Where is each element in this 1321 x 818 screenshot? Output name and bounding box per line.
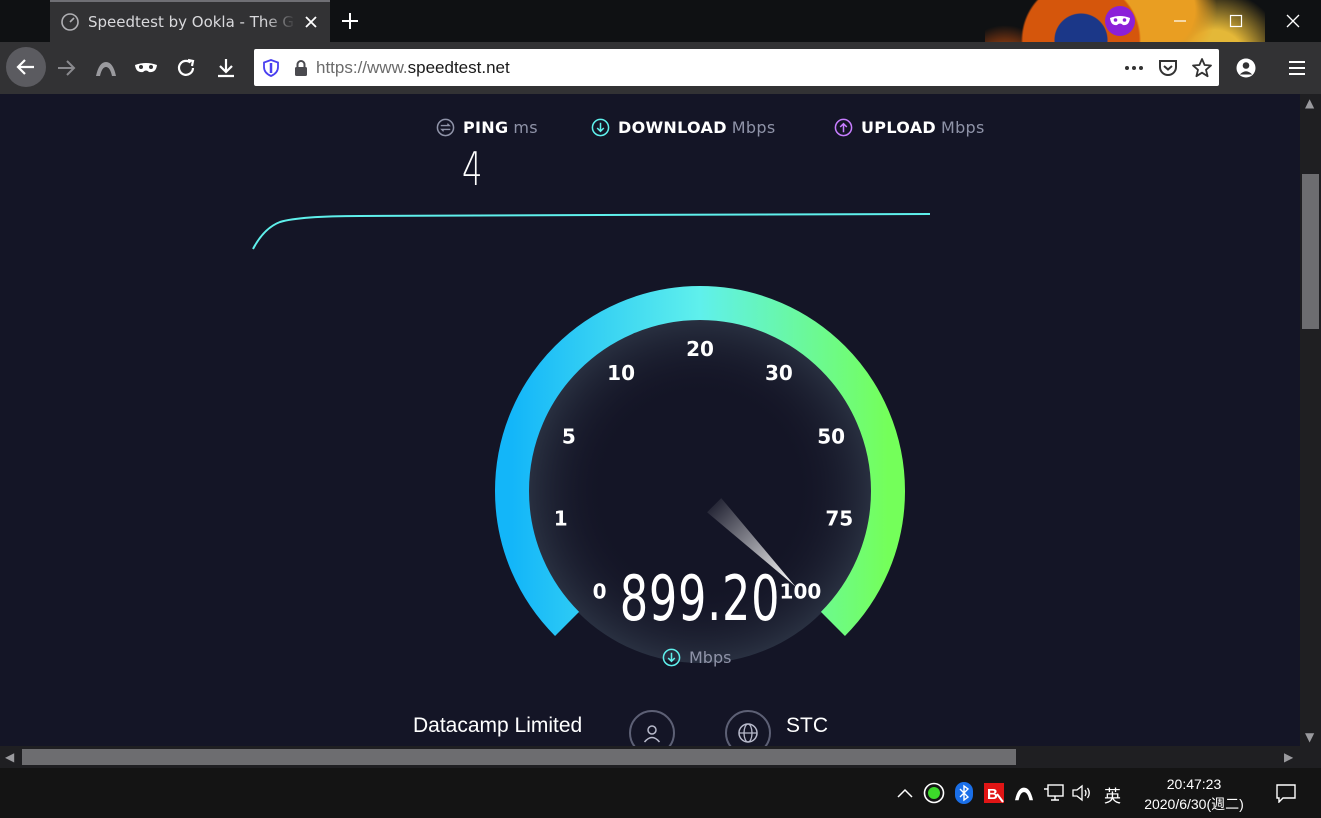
close-tab-icon[interactable]: [302, 13, 320, 31]
speed-unit-label: Mbps: [689, 648, 732, 667]
action-center-icon[interactable]: [1274, 782, 1298, 804]
url-host: speedtest.net: [407, 57, 510, 77]
vpn-tray-icon[interactable]: [1013, 782, 1035, 804]
vertical-scroll-thumb[interactable]: [1302, 174, 1319, 329]
download-circle-icon: [662, 648, 681, 667]
maximize-window-button[interactable]: [1221, 6, 1251, 36]
new-tab-icon[interactable]: [338, 9, 362, 33]
account-icon: [1236, 58, 1256, 78]
clock-date: 2020/6/30(週二): [1144, 796, 1244, 812]
lock-icon[interactable]: [290, 57, 312, 79]
page-actions-icon[interactable]: [1123, 57, 1145, 79]
menu-button[interactable]: [1279, 50, 1315, 86]
speed-gauge: 0151020305075100: [495, 286, 905, 663]
bluetooth-icon[interactable]: [953, 782, 975, 804]
navigation-toolbar: https://www.speedtest.net: [0, 42, 1321, 94]
clock-time: 20:47:23: [1166, 776, 1222, 792]
gauge-tick-label: 75: [825, 507, 853, 531]
speed-unit: Mbps: [662, 648, 731, 667]
mask-icon: [135, 63, 157, 73]
vpn-extension-button[interactable]: [88, 50, 124, 86]
input-method-indicator[interactable]: 英: [1104, 782, 1121, 807]
tracking-protection-shield-icon[interactable]: [260, 57, 282, 79]
scroll-up-icon[interactable]: ▲: [1305, 96, 1314, 110]
gauge-tick-label: 50: [817, 425, 845, 449]
reload-icon: [177, 58, 195, 76]
scroll-right-icon[interactable]: ▶: [1284, 750, 1293, 764]
tab-strip: Speedtest by Ookla - The Global Broadban…: [0, 0, 1321, 42]
download-icon: [218, 59, 234, 78]
hamburger-menu-icon: [1289, 61, 1305, 75]
server-host: STC: [786, 714, 828, 737]
security-app-icon[interactable]: B: [983, 782, 1005, 804]
vpn-arch-icon: [96, 62, 116, 76]
private-mask-button[interactable]: [128, 50, 164, 86]
pocket-icon[interactable]: [1157, 57, 1179, 79]
page-viewport: PING ms DOWNLOAD Mbps UPLOAD Mbps 4 0 1 …: [0, 94, 1300, 746]
show-hidden-icons-chevron-up-icon[interactable]: [894, 782, 916, 804]
forward-button[interactable]: [48, 50, 84, 86]
windows-taskbar: B 英 20:47:23 2020/6/30(週二): [0, 768, 1321, 818]
address-bar[interactable]: https://www.speedtest.net: [254, 49, 1219, 86]
forward-arrow-icon: [58, 60, 76, 76]
reload-button[interactable]: [168, 50, 204, 86]
tab-speedtest[interactable]: Speedtest by Ookla - The Global Broadban…: [50, 0, 330, 42]
system-clock[interactable]: 20:47:23 2020/6/30(週二): [1132, 774, 1256, 814]
speedtest-favicon-icon: [61, 13, 79, 31]
downloads-button[interactable]: [208, 50, 244, 86]
vertical-scrollbar[interactable]: ▲ ▼: [1300, 94, 1321, 746]
gauge-tick-label: 10: [607, 361, 635, 385]
back-button[interactable]: [6, 47, 46, 87]
url-text[interactable]: https://www.speedtest.net: [316, 58, 510, 78]
volume-icon[interactable]: [1071, 782, 1093, 804]
horizontal-scrollbar[interactable]: ◀ ▶: [0, 746, 1300, 768]
isp-name: Datacamp Limited: [413, 714, 583, 737]
close-window-button[interactable]: [1278, 6, 1308, 36]
scroll-down-icon[interactable]: ▼: [1305, 730, 1314, 744]
gauge-tick-label: 5: [562, 425, 576, 449]
back-arrow-icon: [16, 59, 34, 75]
status-indicator-icon[interactable]: [923, 782, 945, 804]
gauge-tick-label: 30: [765, 361, 793, 385]
tab-title: Speedtest by Ookla - The Global Broadban…: [88, 13, 296, 31]
minimize-window-button[interactable]: [1165, 6, 1195, 36]
url-scheme: https://www.: [316, 57, 408, 77]
scroll-left-icon[interactable]: ◀: [5, 750, 14, 764]
account-button[interactable]: [1228, 50, 1264, 86]
bookmark-star-icon[interactable]: [1191, 57, 1213, 79]
private-browsing-icon: [1105, 6, 1135, 36]
current-speed-value: 899.20: [619, 562, 781, 635]
horizontal-scroll-thumb[interactable]: [22, 749, 1016, 765]
gauge-tick-label: 20: [686, 337, 714, 361]
network-icon[interactable]: [1043, 782, 1065, 804]
gauge-tick-label: 1: [554, 507, 568, 531]
scrollbar-corner: [1300, 746, 1321, 768]
